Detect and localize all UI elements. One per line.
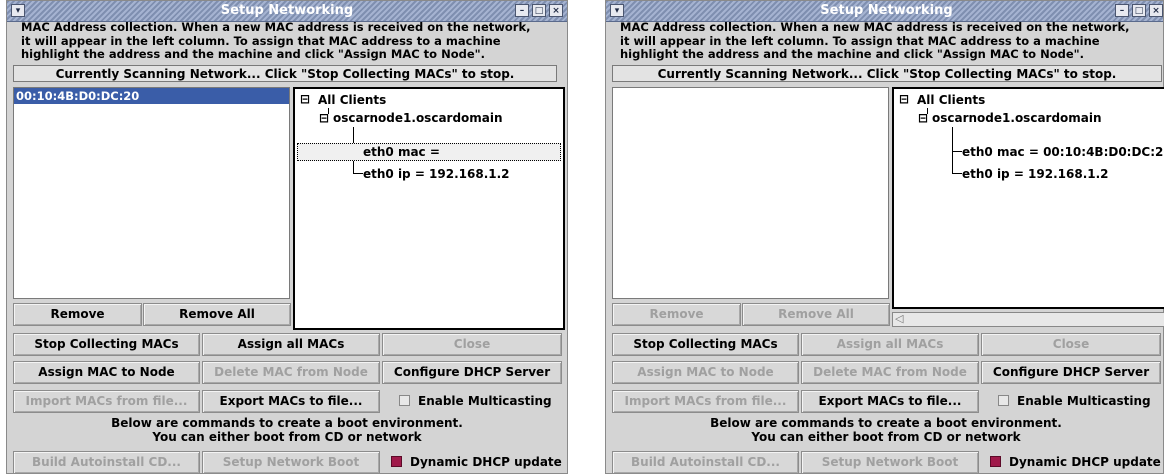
- boot-environment-text: Below are commands to create a boot envi…: [612, 416, 1160, 444]
- enable-multicasting-checkbox[interactable]: Enable Multicasting: [998, 390, 1151, 413]
- tree-node-oscarnode1[interactable]: oscarnode1.oscardomain: [333, 111, 503, 125]
- tree-item-ip[interactable]: eth0 ip = 192.168.1.2: [363, 167, 510, 181]
- close-window-button[interactable]: ×: [1149, 4, 1163, 17]
- minimize-icon: –: [519, 6, 525, 16]
- boot-text-line: Below are commands to create a boot envi…: [710, 416, 1062, 430]
- tree-root[interactable]: All Clients: [318, 93, 386, 107]
- boot-text-line: Below are commands to create a boot envi…: [111, 416, 463, 430]
- checkbox-label: Dynamic DHCP update: [1009, 455, 1161, 469]
- checkbox-indicator: [998, 395, 1009, 406]
- enable-multicasting-checkbox[interactable]: Enable Multicasting: [399, 390, 552, 413]
- dynamic-dhcp-checkbox[interactable]: Dynamic DHCP update: [391, 451, 562, 474]
- tree-connector: [952, 151, 962, 152]
- delete-mac-button[interactable]: Delete MAC from Node: [801, 361, 979, 384]
- import-macs-button[interactable]: Import MACs from file...: [612, 390, 799, 413]
- minimize-icon: –: [1119, 6, 1125, 16]
- description-line: MAC Address collection. When a new MAC a…: [620, 20, 1130, 34]
- description-line: highlight the address and the machine an…: [620, 47, 1084, 61]
- checkbox-indicator: [391, 456, 402, 467]
- setup-network-boot-button[interactable]: Setup Network Boot: [202, 451, 380, 474]
- description-line: it will appear in the left column. To as…: [620, 33, 1100, 48]
- export-macs-button[interactable]: Export MACs to file...: [801, 390, 979, 413]
- stop-collecting-button[interactable]: Stop Collecting MACs: [612, 333, 799, 356]
- maximize-button[interactable]: □: [532, 4, 546, 17]
- close-icon: ×: [552, 6, 560, 16]
- client-tree[interactable]: ⊟ All Clients ⊟ oscarnode1.oscardomain e…: [293, 87, 565, 330]
- export-macs-button[interactable]: Export MACs to file...: [202, 390, 380, 413]
- tree-horizontal-scrollbar[interactable]: ◁: [892, 312, 1164, 327]
- tree-collapse-icon[interactable]: ⊟: [918, 111, 928, 125]
- scanning-status: Currently Scanning Network... Click "Sto…: [13, 65, 557, 82]
- close-window-button[interactable]: ×: [549, 4, 563, 17]
- tree-item-mac[interactable]: eth0 mac =: [363, 145, 440, 159]
- configure-dhcp-button[interactable]: Configure DHCP Server: [382, 361, 562, 384]
- window-title: Setup Networking: [220, 3, 354, 18]
- checkbox-label: Enable Multicasting: [1017, 394, 1151, 408]
- maximize-button[interactable]: □: [1132, 4, 1146, 17]
- tree-connector: [952, 173, 962, 174]
- remove-button[interactable]: Remove: [612, 303, 741, 326]
- assign-all-button[interactable]: Assign all MACs: [801, 333, 979, 356]
- mac-address-list[interactable]: 00:10:4B:D0:DC:20: [13, 87, 290, 299]
- tree-node-oscarnode1[interactable]: oscarnode1.oscardomain: [932, 111, 1102, 125]
- close-button[interactable]: Close: [382, 333, 562, 356]
- tree-item-mac[interactable]: eth0 mac = 00:10:4B:D0:DC:20: [962, 145, 1164, 159]
- list-item[interactable]: 00:10:4B:D0:DC:20: [14, 88, 289, 104]
- import-macs-button[interactable]: Import MACs from file...: [13, 390, 200, 413]
- maximize-icon: □: [534, 6, 544, 16]
- scanning-status: Currently Scanning Network... Click "Sto…: [612, 65, 1162, 82]
- tree-collapse-icon[interactable]: ⊟: [319, 111, 329, 125]
- description-line: it will appear in the left column. To as…: [21, 33, 501, 48]
- mac-address-list[interactable]: [612, 87, 889, 299]
- tree-root[interactable]: All Clients: [917, 93, 985, 107]
- window-title: Setup Networking: [820, 3, 953, 18]
- checkbox-indicator: [990, 456, 1001, 467]
- tree-connector: [353, 173, 363, 174]
- build-autoinstall-cd-button[interactable]: Build Autoinstall CD...: [13, 451, 200, 474]
- dynamic-dhcp-checkbox[interactable]: Dynamic DHCP update: [990, 451, 1161, 474]
- close-icon: ×: [1152, 6, 1160, 16]
- setup-network-boot-button[interactable]: Setup Network Boot: [801, 451, 979, 474]
- tree-collapse-icon[interactable]: ⊟: [300, 92, 310, 106]
- minimize-button[interactable]: –: [1115, 4, 1129, 17]
- boot-environment-text: Below are commands to create a boot envi…: [13, 416, 561, 444]
- tree-item-ip[interactable]: eth0 ip = 192.168.1.2: [962, 167, 1109, 181]
- assign-mac-to-node-button[interactable]: Assign MAC to Node: [612, 361, 799, 384]
- checkbox-label: Dynamic DHCP update: [410, 455, 562, 469]
- client-tree[interactable]: ⊟ All Clients ⊟ oscarnode1.oscardomain e…: [892, 87, 1164, 309]
- remove-all-button[interactable]: Remove All: [143, 303, 291, 326]
- assign-mac-to-node-button[interactable]: Assign MAC to Node: [13, 361, 200, 384]
- boot-text-line: You can either boot from CD or network: [152, 429, 422, 444]
- description-line: highlight the address and the machine an…: [21, 47, 485, 61]
- setup-networking-window-left: ▾ Setup Networking – □ × MAC Address col…: [6, 0, 568, 474]
- title-bar[interactable]: ▾ Setup Networking – □ ×: [7, 1, 567, 22]
- minimize-button[interactable]: –: [515, 4, 529, 17]
- configure-dhcp-button[interactable]: Configure DHCP Server: [981, 361, 1161, 384]
- stop-collecting-button[interactable]: Stop Collecting MACs: [13, 333, 200, 356]
- build-autoinstall-cd-button[interactable]: Build Autoinstall CD...: [612, 451, 799, 474]
- boot-text-line: You can either boot from CD or network: [751, 429, 1021, 444]
- description-text: MAC Address collection. When a new MAC a…: [21, 20, 561, 62]
- maximize-icon: □: [1134, 6, 1144, 16]
- checkbox-indicator: [399, 395, 410, 406]
- checkbox-label: Enable Multicasting: [418, 394, 552, 408]
- description-line: MAC Address collection. When a new MAC a…: [21, 20, 531, 34]
- close-button[interactable]: Close: [981, 333, 1161, 356]
- description-text: MAC Address collection. When a new MAC a…: [620, 20, 1160, 62]
- assign-all-button[interactable]: Assign all MACs: [202, 333, 380, 356]
- title-bar[interactable]: ▾ Setup Networking – □ ×: [606, 1, 1163, 22]
- delete-mac-button[interactable]: Delete MAC from Node: [202, 361, 380, 384]
- tree-collapse-icon[interactable]: ⊟: [899, 92, 909, 106]
- remove-button[interactable]: Remove: [13, 303, 142, 326]
- setup-networking-window-right: ▾ Setup Networking – □ × MAC Address col…: [605, 0, 1164, 474]
- scroll-left-icon[interactable]: ◁: [895, 312, 903, 325]
- remove-all-button[interactable]: Remove All: [742, 303, 890, 326]
